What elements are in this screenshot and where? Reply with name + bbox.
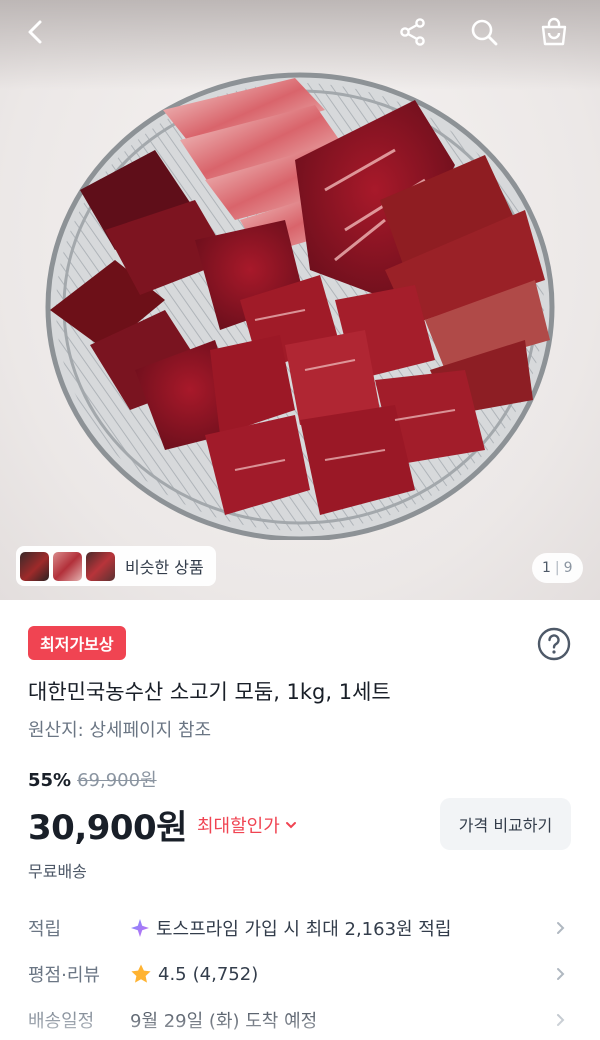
page-indicator: 1 | 9 — [532, 553, 583, 583]
points-value: 토스프라임 가입 시 최대 2,163원 적립 — [130, 915, 451, 941]
rating-row[interactable]: 평점·리뷰 4.5 (4,752) — [0, 952, 600, 996]
star-icon — [131, 964, 151, 983]
cart-button[interactable] — [534, 12, 574, 52]
chevron-right-icon — [557, 922, 565, 934]
points-text: 토스프라임 가입 시 최대 2,163원 적립 — [156, 919, 452, 940]
page-separator: | — [554, 560, 560, 576]
similar-products-button[interactable]: 비슷한 상품 — [16, 546, 216, 586]
similar-products-label: 비슷한 상품 — [125, 558, 204, 577]
search-button[interactable] — [464, 12, 504, 52]
similar-thumbnail — [86, 551, 115, 581]
discount-row: 55% 69,900원 — [28, 766, 157, 792]
back-button[interactable] — [16, 12, 56, 52]
delivery-row[interactable]: 배송일정 9월 29일 (화) 도착 예정 — [0, 998, 600, 1040]
review-count: (4,752) — [192, 963, 259, 985]
top-navigation-bar — [0, 0, 600, 64]
similar-thumbnail — [53, 551, 82, 581]
total-pages: 9 — [563, 560, 573, 576]
price-row: 30,900원 최대할인가 — [28, 800, 298, 849]
lowest-price-badge: 최저가보상 — [28, 626, 126, 660]
sparkle-icon — [131, 919, 149, 937]
search-icon — [471, 19, 498, 46]
product-image — [45, 72, 555, 540]
chevron-right-icon — [557, 1014, 565, 1026]
product-origin: 원산지: 상세페이지 참조 — [28, 720, 212, 741]
rating-value: 4.5 (4,752) — [130, 963, 258, 985]
share-button[interactable] — [393, 12, 433, 52]
price-compare-button[interactable]: 가격 비교하기 — [440, 798, 571, 850]
product-image-gallery[interactable]: 비슷한 상품 1 | 9 — [0, 0, 600, 600]
delivery-label: 배송일정 — [28, 1011, 95, 1032]
chevron-left-icon — [28, 20, 42, 44]
max-discount-dropdown[interactable]: 최대할인가 — [197, 812, 298, 838]
discount-rate: 55% — [28, 770, 72, 791]
max-discount-label: 최대할인가 — [196, 815, 280, 837]
current-page: 1 — [542, 560, 551, 576]
original-price: 69,900원 — [77, 770, 157, 791]
points-label: 적립 — [28, 919, 62, 940]
rating-score: 4.5 — [158, 963, 187, 985]
points-row[interactable]: 적립 토스프라임 가입 시 최대 2,163원 적립 — [0, 906, 600, 950]
chevron-down-icon — [285, 821, 296, 828]
delivery-date: 9월 29일 (화) 도착 예정 — [130, 1011, 318, 1032]
shopping-bag-icon — [541, 17, 567, 46]
rating-label: 평점·리뷰 — [28, 965, 100, 986]
delivery-value: 9월 29일 (화) 도착 예정 — [130, 1007, 317, 1033]
sale-price: 30,900원 — [28, 808, 187, 848]
chevron-right-icon — [557, 968, 565, 980]
help-icon[interactable] — [536, 626, 572, 662]
share-icon — [400, 18, 425, 46]
similar-thumbnail — [20, 551, 49, 581]
shipping-info: 무료배송 — [28, 862, 87, 881]
product-title: 대한민국농수산 소고기 모둠, 1kg, 1세트 — [28, 680, 391, 704]
